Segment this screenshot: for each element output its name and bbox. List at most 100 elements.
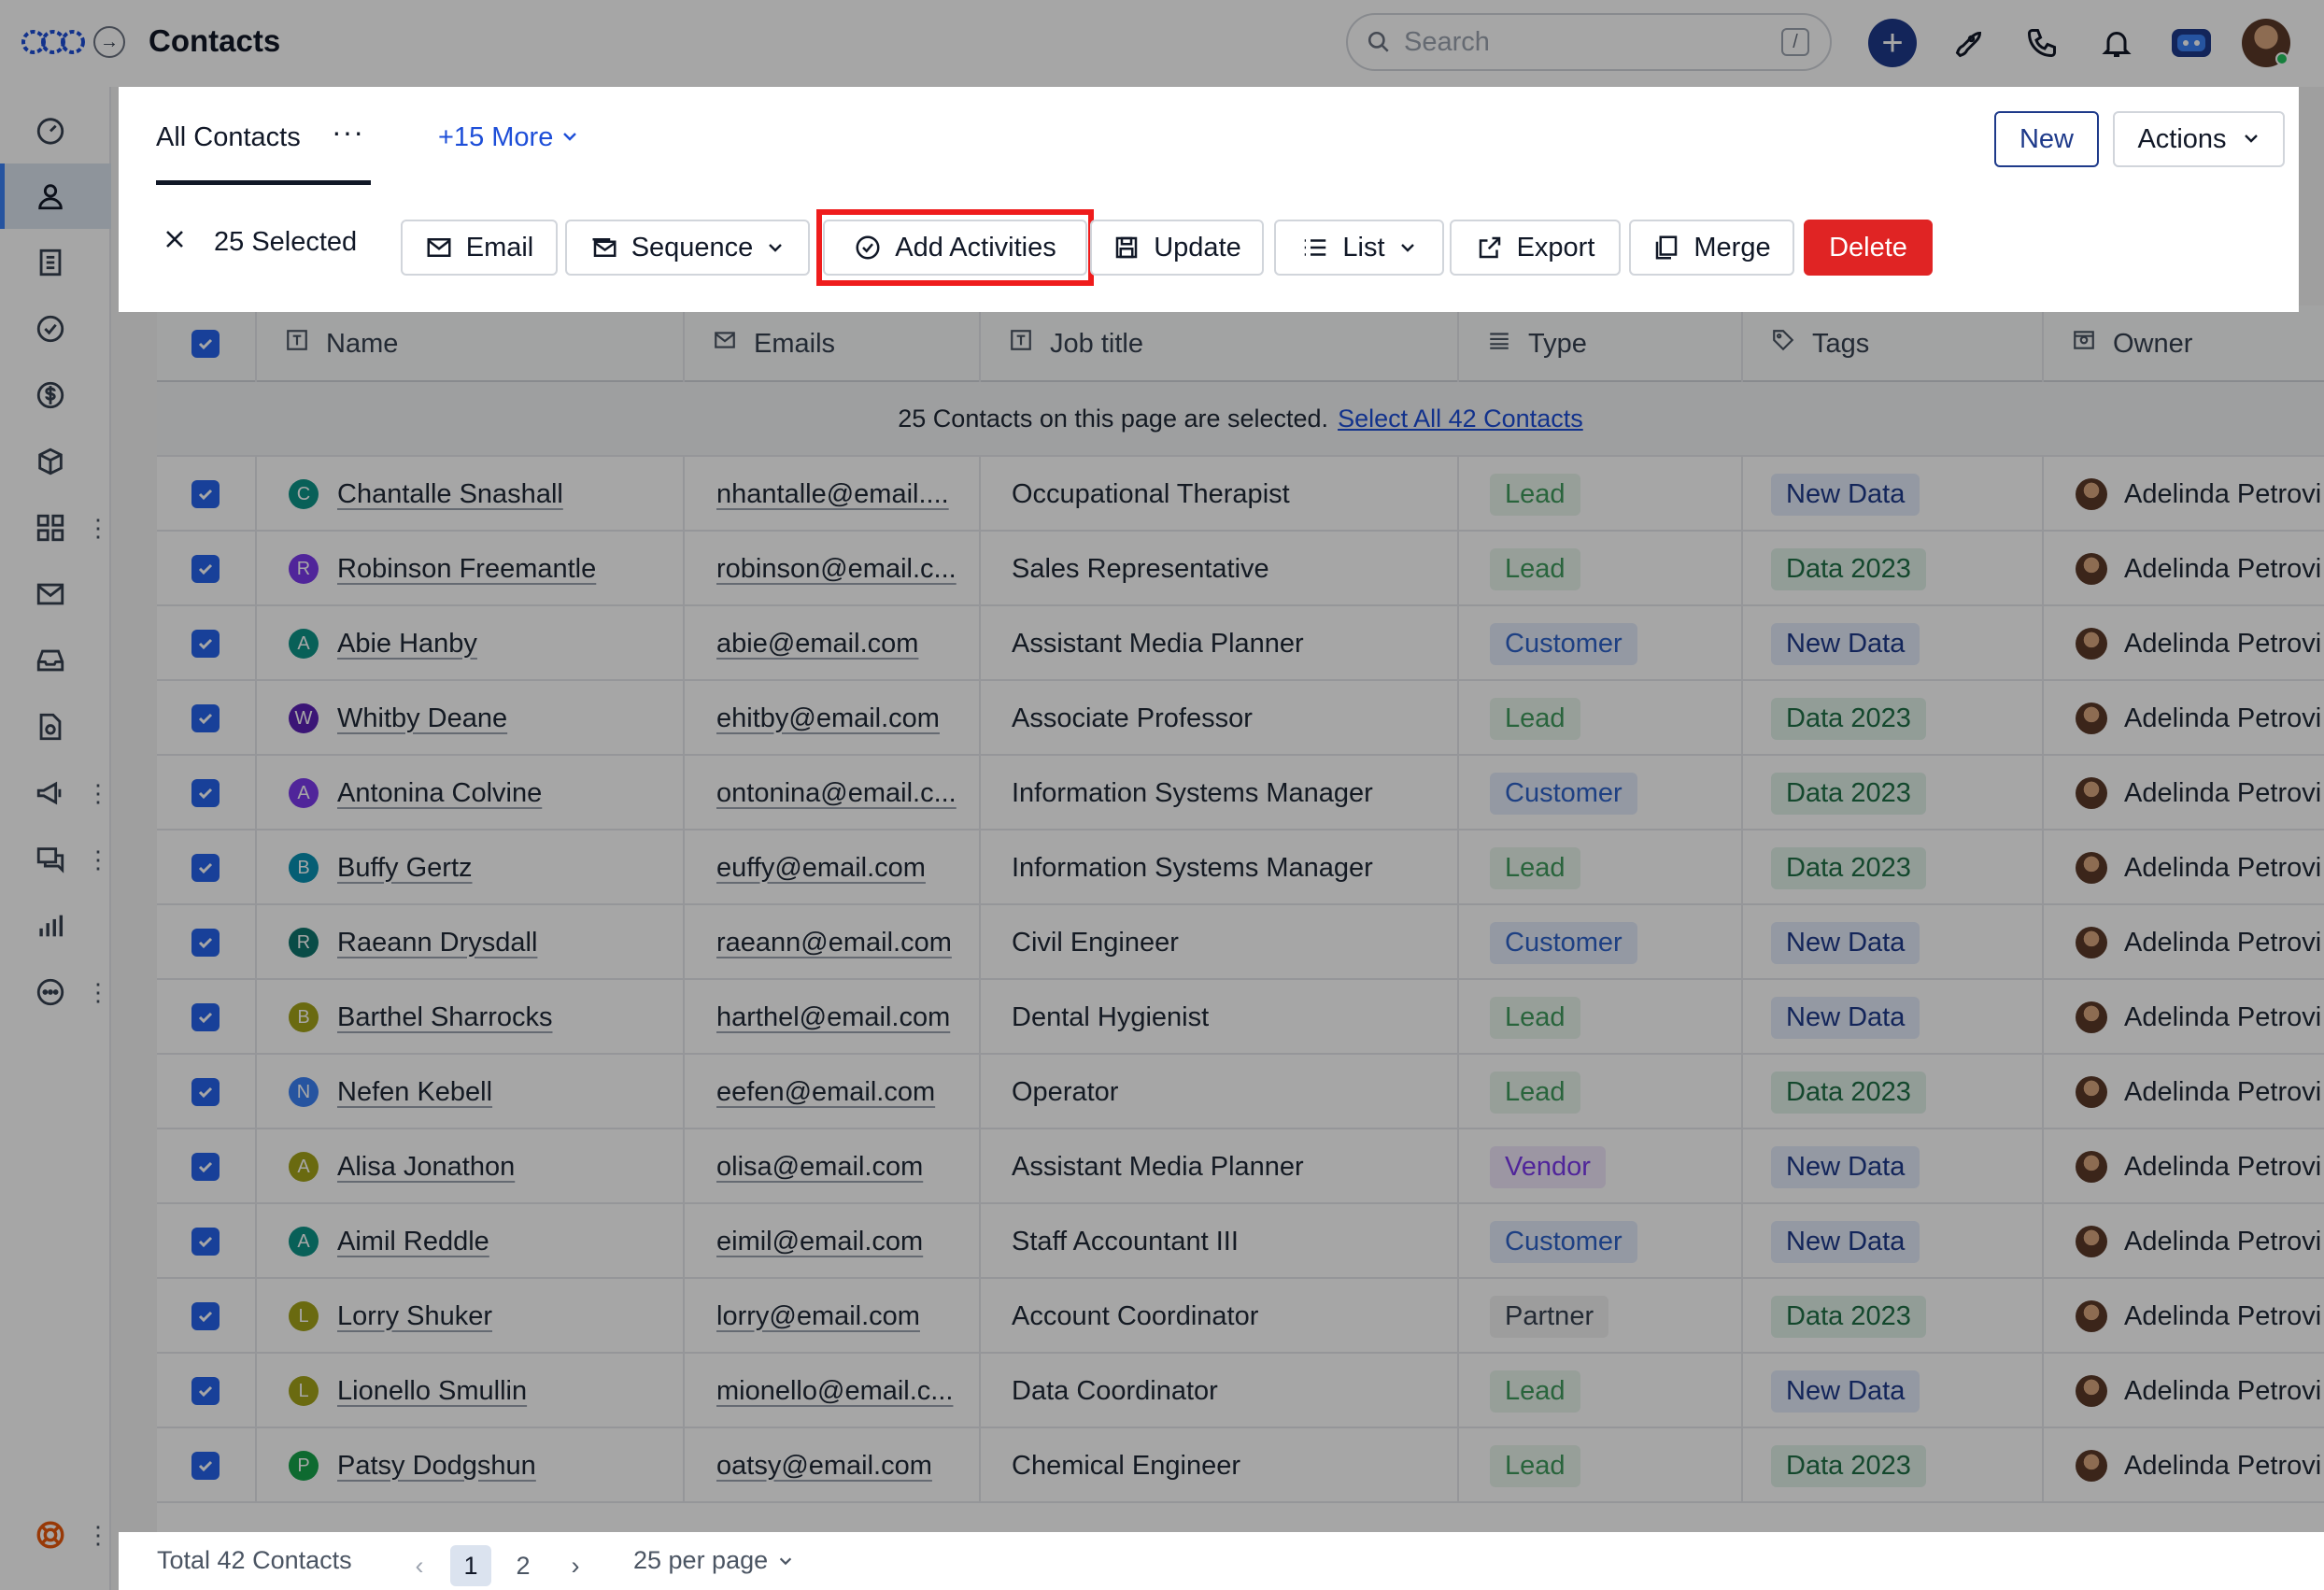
table-row[interactable]: A Alisa Jonathon olisa@email.com Assistant … xyxy=(157,1129,2324,1204)
contact-name-link[interactable]: Antonina Colvine xyxy=(337,778,542,809)
column-header-job-title[interactable]: Job title xyxy=(979,305,1457,382)
table-row[interactable]: R Robinson Freemantle robinson@email.c... S… xyxy=(157,532,2324,606)
sidebar-item-inbox[interactable] xyxy=(0,628,111,693)
next-page-icon[interactable]: › xyxy=(555,1545,596,1586)
select-all-link[interactable]: Select All 42 Contacts xyxy=(1338,405,1583,433)
app-logo-icon[interactable] xyxy=(21,22,86,62)
table-row[interactable]: P Patsy Dodgshun oatsy@email.com Chemical E… xyxy=(157,1428,2324,1503)
sequence-dropdown[interactable]: Sequence xyxy=(565,220,810,276)
actions-dropdown[interactable]: Actions xyxy=(2113,111,2285,167)
prev-page-icon[interactable]: ‹ xyxy=(399,1545,440,1586)
create-plus-icon[interactable]: + xyxy=(1868,19,1917,67)
row-checkbox[interactable] xyxy=(157,457,255,532)
row-checkbox[interactable] xyxy=(157,1354,255,1428)
row-checkbox[interactable] xyxy=(157,1428,255,1503)
contact-email-link[interactable]: eimil@email.com xyxy=(716,1227,923,1257)
more-vertical-icon[interactable]: ⋮ xyxy=(86,847,110,872)
email-button[interactable]: Email xyxy=(401,220,558,276)
contact-name-link[interactable]: Patsy Dodgshun xyxy=(337,1451,536,1482)
contact-name-link[interactable]: Robinson Freemantle xyxy=(337,554,596,585)
search-box[interactable]: / xyxy=(1346,13,1832,71)
view-options-icon[interactable]: ··· xyxy=(332,115,364,149)
table-row[interactable]: B Barthel Sharrocks harthel@email.com Denta… xyxy=(157,980,2324,1055)
contact-email-link[interactable]: robinson@email.c... xyxy=(716,554,957,585)
per-page-dropdown[interactable]: 25 per page xyxy=(633,1546,794,1575)
contact-name-link[interactable]: Chantalle Snashall xyxy=(337,479,563,510)
sidebar-item-campaigns[interactable]: ⋮ xyxy=(0,760,111,826)
contact-name-link[interactable]: Aimil Reddle xyxy=(337,1227,489,1257)
sidebar-item-apps[interactable]: ⋮ xyxy=(0,495,111,561)
row-checkbox[interactable] xyxy=(157,606,255,681)
contact-email-link[interactable]: euffy@email.com xyxy=(716,853,926,884)
contact-email-link[interactable]: ehitby@email.com xyxy=(716,703,940,734)
page-2[interactable]: 2 xyxy=(503,1545,544,1586)
rocket-icon[interactable] xyxy=(1943,19,1991,67)
sidebar-item-conversations[interactable]: ⋮ xyxy=(0,827,111,892)
contact-name-link[interactable]: Raeann Drysdall xyxy=(337,928,537,958)
more-vertical-icon[interactable]: ⋮ xyxy=(86,1523,110,1547)
row-checkbox[interactable] xyxy=(157,756,255,830)
contact-name-link[interactable]: Abie Hanby xyxy=(337,629,477,660)
expand-sidebar-icon[interactable]: → xyxy=(93,26,125,58)
sidebar-item-products[interactable] xyxy=(0,429,111,494)
sidebar-item-more[interactable]: ⋮ xyxy=(0,959,111,1025)
more-vertical-icon[interactable]: ⋮ xyxy=(86,516,110,540)
merge-button[interactable]: Merge xyxy=(1629,220,1794,276)
contact-name-link[interactable]: Lorry Shuker xyxy=(337,1301,492,1332)
list-dropdown[interactable]: List xyxy=(1274,220,1444,276)
table-row[interactable]: N Nefen Kebell eefen@email.com Operator Lead… xyxy=(157,1055,2324,1129)
close-icon[interactable] xyxy=(163,227,186,258)
table-row[interactable]: C Chantalle Snashall nhantalle@email.... Oc… xyxy=(157,457,2324,532)
column-header-tags[interactable]: Tags xyxy=(1741,305,2042,382)
contact-email-link[interactable]: raeann@email.com xyxy=(716,928,952,958)
column-header-type[interactable]: Type xyxy=(1457,305,1741,382)
table-row[interactable]: A Abie Hanby abie@email.com Assistant Media… xyxy=(157,606,2324,681)
table-row[interactable]: L Lionello Smullin mionello@email.c... Data… xyxy=(157,1354,2324,1428)
column-header-owner[interactable]: Owner xyxy=(2042,305,2324,382)
contact-email-link[interactable]: eefen@email.com xyxy=(716,1077,935,1108)
contact-name-link[interactable]: Barthel Sharrocks xyxy=(337,1002,553,1033)
table-row[interactable]: R Raeann Drysdall raeann@email.com Civil En… xyxy=(157,905,2324,980)
tab-all-contacts[interactable]: All Contacts xyxy=(156,122,301,153)
sidebar-item-email[interactable] xyxy=(0,561,111,627)
sidebar-item-companies[interactable] xyxy=(0,230,111,295)
row-checkbox[interactable] xyxy=(157,980,255,1055)
contact-email-link[interactable]: nhantalle@email.... xyxy=(716,479,949,510)
phone-icon[interactable] xyxy=(2018,19,2066,67)
contact-name-link[interactable]: Lionello Smullin xyxy=(337,1376,527,1407)
row-checkbox[interactable] xyxy=(157,1204,255,1279)
contact-name-link[interactable]: Whitby Deane xyxy=(337,703,507,734)
contact-email-link[interactable]: olisa@email.com xyxy=(716,1152,923,1183)
contact-email-link[interactable]: mionello@email.c... xyxy=(716,1376,953,1407)
contact-email-link[interactable]: abie@email.com xyxy=(716,629,918,660)
sidebar-item-reports[interactable] xyxy=(0,893,111,958)
contact-name-link[interactable]: Buffy Gertz xyxy=(337,853,473,884)
sidebar-item-deals[interactable] xyxy=(0,362,111,428)
assistant-bot-icon[interactable] xyxy=(2167,19,2216,67)
contact-name-link[interactable]: Nefen Kebell xyxy=(337,1077,492,1108)
row-checkbox[interactable] xyxy=(157,905,255,980)
select-all-checkbox[interactable] xyxy=(157,305,255,382)
sidebar-item-documents[interactable] xyxy=(0,694,111,760)
bell-icon[interactable] xyxy=(2092,19,2141,67)
delete-button[interactable]: Delete xyxy=(1804,220,1933,276)
row-checkbox[interactable] xyxy=(157,681,255,756)
row-checkbox[interactable] xyxy=(157,1129,255,1204)
more-vertical-icon[interactable]: ⋮ xyxy=(86,980,110,1004)
update-button[interactable]: Update xyxy=(1090,220,1264,276)
row-checkbox[interactable] xyxy=(157,1055,255,1129)
contact-name-link[interactable]: Alisa Jonathon xyxy=(337,1152,515,1183)
table-row[interactable]: A Aimil Reddle eimil@email.com Staff Accoun… xyxy=(157,1204,2324,1279)
more-views-dropdown[interactable]: +15 More xyxy=(438,122,579,153)
table-row[interactable]: L Lorry Shuker lorry@email.com Account Coor… xyxy=(157,1279,2324,1354)
sidebar-item-contacts[interactable] xyxy=(0,163,111,229)
table-row[interactable]: A Antonina Colvine ontonina@email.c... Info… xyxy=(157,756,2324,830)
export-button[interactable]: Export xyxy=(1450,220,1621,276)
row-checkbox[interactable] xyxy=(157,830,255,905)
sidebar-item-dashboard[interactable] xyxy=(0,97,111,163)
table-row[interactable]: B Buffy Gertz euffy@email.com Information S… xyxy=(157,830,2324,905)
contact-email-link[interactable]: harthel@email.com xyxy=(716,1002,950,1033)
search-input[interactable] xyxy=(1404,26,1778,58)
column-header-emails[interactable]: Emails xyxy=(683,305,979,382)
new-button[interactable]: New xyxy=(1994,111,2099,167)
